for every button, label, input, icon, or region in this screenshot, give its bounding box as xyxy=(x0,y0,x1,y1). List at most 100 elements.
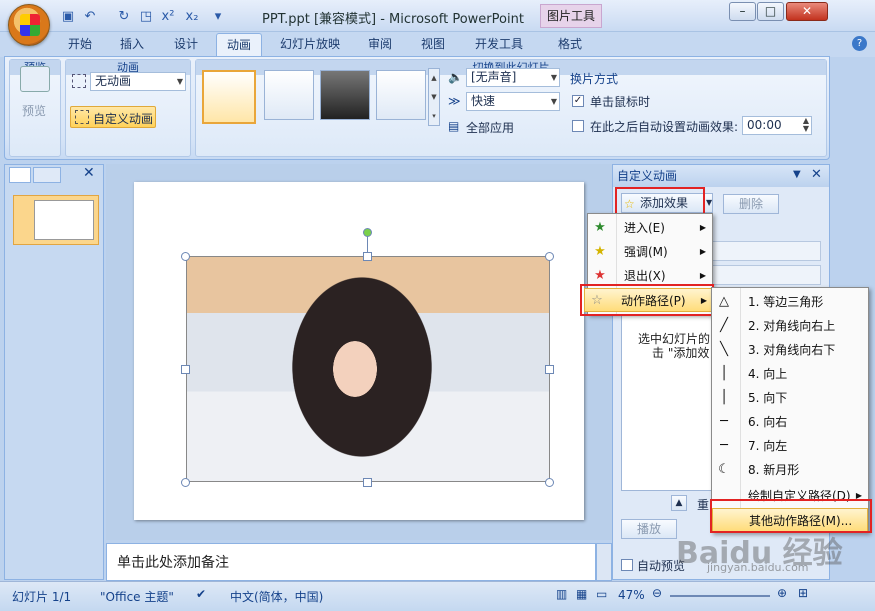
help-icon[interactable]: ? xyxy=(852,36,867,51)
custom-animation-label: 自定义动画 xyxy=(93,112,154,126)
sound-select[interactable]: [无声音] ▼ xyxy=(466,68,560,87)
path-left-label: 7. 向左 xyxy=(748,439,788,453)
resize-handle-bl[interactable] xyxy=(181,478,190,487)
path-right[interactable]: ─ 6. 向右 xyxy=(712,410,868,434)
path-down-label: 5. 向下 xyxy=(748,391,788,405)
tab-view[interactable]: 视图 xyxy=(411,33,455,57)
reorder-label: 重 xyxy=(697,498,710,512)
preview-icon xyxy=(20,66,50,92)
subscript-icon[interactable]: x₂ xyxy=(184,9,200,25)
apply-all-button[interactable]: 全部应用 xyxy=(466,119,514,136)
path-diagonal-up-label: 2. 对角线向右上 xyxy=(748,319,836,333)
ribbon: 预览 预览 无动画▼ 自定义动画 动画 ▲▼▾ 🔈 [无声音]▼ ≫ 快速▼ ▤… xyxy=(4,56,830,160)
status-bar: 幻灯片 1/1 "Office 主题" ✔ 中文(简体，中国) ▥ ▦ ▭ 47… xyxy=(0,581,875,611)
transition-thumb-fade[interactable] xyxy=(264,70,314,120)
tab-slideshow[interactable]: 幻灯片放映 xyxy=(270,33,350,57)
transition-thumb-none[interactable] xyxy=(202,70,256,124)
apply-all-icon: ▤ xyxy=(448,119,460,133)
tab-design[interactable]: 设计 xyxy=(164,33,208,57)
spell-check-icon[interactable]: ✔ xyxy=(196,587,206,601)
tab-review[interactable]: 审阅 xyxy=(358,33,402,57)
slide-thumbnail[interactable] xyxy=(13,195,99,245)
pane-options-icon[interactable]: ▼ xyxy=(793,169,801,180)
remove-button[interactable]: 删除 xyxy=(723,194,779,214)
zoom-slider[interactable] xyxy=(670,595,770,597)
play-button[interactable]: 播放 xyxy=(621,519,677,539)
notes-scrollbar[interactable] xyxy=(596,543,612,581)
pane-close-icon[interactable]: ✕ xyxy=(811,167,822,182)
auto-after-checkbox[interactable] xyxy=(572,120,584,132)
redo-icon[interactable]: ↻ xyxy=(116,9,132,25)
tab-insert[interactable]: 插入 xyxy=(110,33,154,57)
watermark-url: jingyan.baidu.com xyxy=(707,561,809,574)
tab-format[interactable]: 格式 xyxy=(548,33,592,57)
minimize-button[interactable]: – xyxy=(729,2,756,21)
tab-animation[interactable]: 动画 xyxy=(216,33,263,57)
resize-handle-tl[interactable] xyxy=(181,252,190,261)
print-preview-icon[interactable]: ◳ xyxy=(138,9,154,25)
path-left[interactable]: ─ 7. 向左 xyxy=(712,434,868,458)
tab-home[interactable]: 开始 xyxy=(58,33,102,57)
speed-select[interactable]: 快速 ▼ xyxy=(466,92,560,111)
fit-window-icon[interactable]: ⊞ xyxy=(798,586,808,600)
path-diagonal-down[interactable]: ╲ 3. 对角线向右下 xyxy=(712,338,868,362)
path-crescent[interactable]: ☾ 8. 新月形 xyxy=(712,458,868,482)
line-up-icon: │ xyxy=(720,366,728,381)
menu-item-enter[interactable]: ★ 进入(E) ▶ xyxy=(588,216,712,240)
diagonal-up-icon: ╱ xyxy=(720,318,728,333)
save-icon[interactable]: ▣ xyxy=(60,9,76,25)
zoom-in-icon[interactable]: ⊕ xyxy=(777,586,787,600)
animation-select[interactable]: 无动画 ▼ xyxy=(90,72,186,91)
line-down-icon: │ xyxy=(720,390,728,405)
resize-handle-br[interactable] xyxy=(545,478,554,487)
undo-icon[interactable]: ↶ xyxy=(82,9,98,25)
superscript-icon[interactable]: x² xyxy=(160,9,176,25)
reorder-up-icon[interactable]: ▲ xyxy=(671,495,687,511)
diagonal-down-icon: ╲ xyxy=(720,342,728,357)
transition-gallery-scroll[interactable]: ▲ ▼ ▾ xyxy=(428,68,440,126)
transition-thumb-black[interactable] xyxy=(320,70,370,120)
zoom-out-icon[interactable]: ⊖ xyxy=(652,586,662,600)
rotate-handle[interactable] xyxy=(363,228,372,237)
path-diagonal-up[interactable]: ╱ 2. 对角线向右上 xyxy=(712,314,868,338)
sound-select-value: [无声音] xyxy=(471,70,517,84)
path-down[interactable]: │ 5. 向下 xyxy=(712,386,868,410)
selected-photo[interactable] xyxy=(186,256,550,482)
normal-view-icon[interactable]: ▥ xyxy=(556,587,567,601)
menu-item-emphasis[interactable]: ★ 强调(M) ▶ xyxy=(588,240,712,264)
menu-item-enter-label: 进入(E) xyxy=(624,221,665,235)
sorter-view-icon[interactable]: ▦ xyxy=(576,587,587,601)
close-button[interactable]: ✕ xyxy=(786,2,828,21)
group-transition: ▲ ▼ ▾ 🔈 [无声音] ▼ ≫ 快速 ▼ ▤ 全部应用 换片方式 ✓ 单击鼠标时 在… xyxy=(195,59,827,157)
group-preview: 预览 预览 xyxy=(9,59,61,157)
notes-pane[interactable]: 单击此处添加备注 xyxy=(106,543,596,581)
animation-select-value: 无动画 xyxy=(95,74,132,88)
custom-animation-button[interactable]: 自定义动画 xyxy=(70,106,156,128)
resize-handle-b[interactable] xyxy=(363,478,372,487)
close-panel-icon[interactable]: ✕ xyxy=(83,165,95,181)
customize-qat-icon[interactable]: ▾ xyxy=(210,9,226,25)
maximize-button[interactable]: □ xyxy=(757,2,784,21)
auto-after-time[interactable]: 00:00 ▲ ▼ xyxy=(742,116,812,135)
slides-tab-icon[interactable] xyxy=(9,167,31,183)
window-title: PPT.ppt [兼容模式] - Microsoft PowerPoint xyxy=(262,12,524,27)
resize-handle-tr[interactable] xyxy=(545,252,554,261)
chevron-down-icon: ▼ xyxy=(706,198,713,207)
tab-developer[interactable]: 开发工具 xyxy=(465,33,533,57)
preview-button[interactable]: 预览 xyxy=(22,102,46,119)
zoom-level[interactable]: 47% xyxy=(618,588,645,602)
autopreview-checkbox[interactable] xyxy=(621,559,633,571)
transition-thumb-cut[interactable] xyxy=(376,70,426,120)
remove-label: 删除 xyxy=(738,197,763,211)
outline-tab-icon[interactable] xyxy=(33,167,61,183)
chevron-down-icon: ▼ xyxy=(176,77,183,86)
on-click-checkbox[interactable]: ✓ xyxy=(572,95,584,107)
office-button[interactable] xyxy=(8,4,50,46)
path-triangle[interactable]: △ 1. 等边三角形 xyxy=(712,290,868,314)
path-up[interactable]: │ 4. 向上 xyxy=(712,362,868,386)
resize-handle-l[interactable] xyxy=(181,365,190,374)
resize-handle-r[interactable] xyxy=(545,365,554,374)
status-theme: "Office 主题" xyxy=(100,590,174,604)
slideshow-view-icon[interactable]: ▭ xyxy=(596,587,607,601)
resize-handle-t[interactable] xyxy=(363,252,372,261)
